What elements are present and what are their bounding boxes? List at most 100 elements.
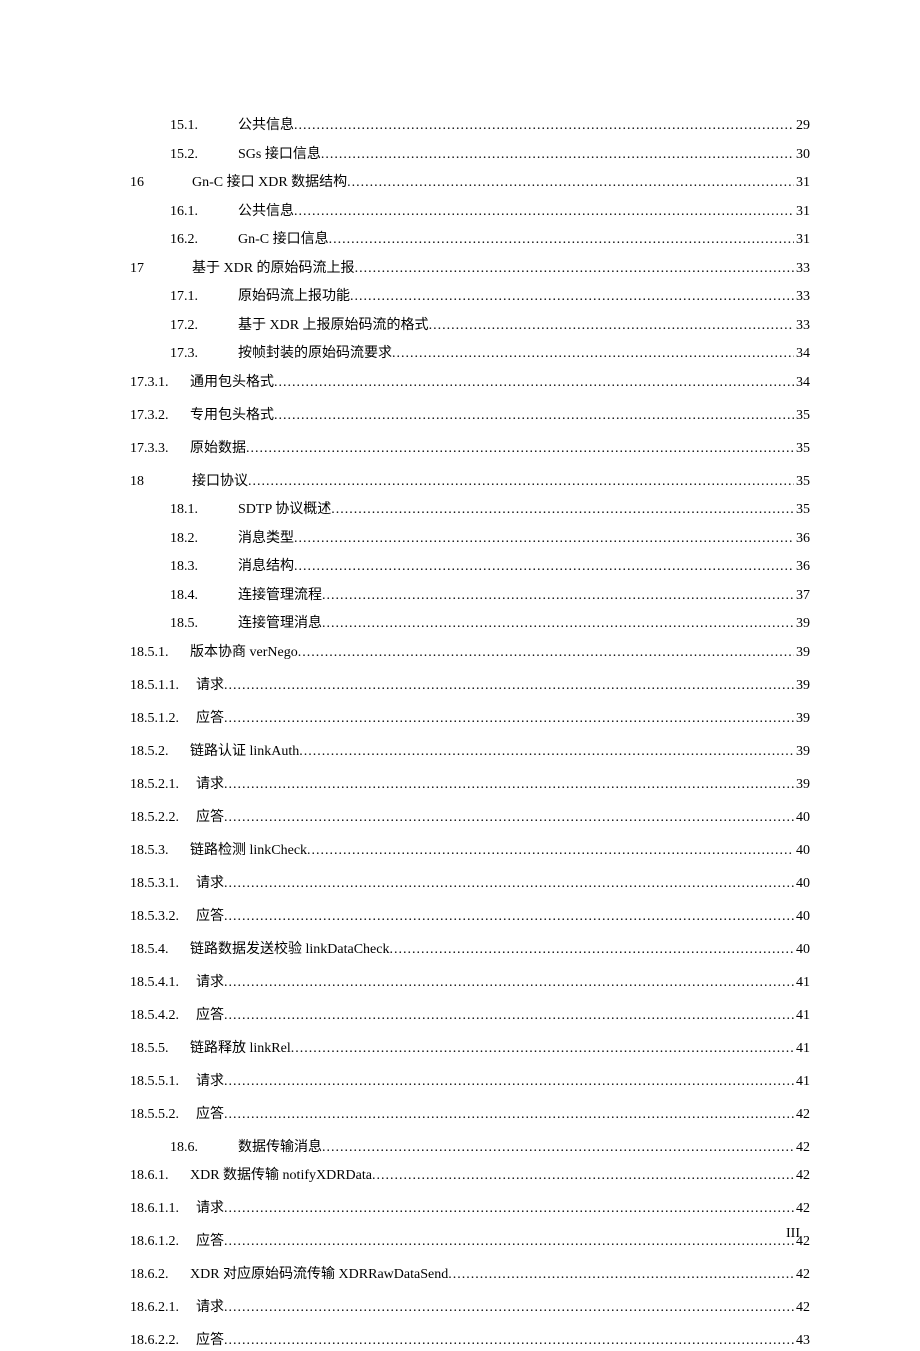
toc-entry[interactable]: 17.3.按帧封装的原始码流要求34 xyxy=(130,343,810,364)
toc-entry-number: 18.3. xyxy=(170,556,238,577)
toc-entry-number: 18.5.5.2. xyxy=(130,1104,196,1125)
toc-entry-page: 35 xyxy=(794,471,810,492)
toc-entry-number: 18.6.1.2. xyxy=(130,1231,196,1252)
toc-entry[interactable]: 15.1.公共信息29 xyxy=(130,115,810,136)
toc-entry[interactable]: 16.1.公共信息31 xyxy=(130,201,810,222)
toc-entry[interactable]: 18.4.连接管理流程37 xyxy=(130,585,810,606)
toc-entry-title: 请求 xyxy=(196,675,224,696)
toc-entry[interactable]: 16.2.Gn-C 接口信息31 xyxy=(130,229,810,250)
toc-leader xyxy=(246,438,794,459)
toc-entry[interactable]: 18.6.1.XDR 数据传输 notifyXDRData42 xyxy=(130,1165,810,1186)
toc-entry[interactable]: 18.3.消息结构36 xyxy=(130,556,810,577)
toc-entry[interactable]: 18.6.1.1.请求42 xyxy=(130,1198,810,1219)
toc-entry-page: 33 xyxy=(794,315,810,336)
toc-entry-number: 17.2. xyxy=(170,315,238,336)
toc-entry[interactable]: 18.6.1.2.应答42 xyxy=(130,1231,810,1252)
toc-entry[interactable]: 18.1.SDTP 协议概述35 xyxy=(130,499,810,520)
toc-entry-title: 请求 xyxy=(196,1297,224,1318)
toc-entry[interactable]: 18.5.1.版本协商 verNego39 xyxy=(130,642,810,663)
toc-entry-number: 18.5.2.1. xyxy=(130,774,196,795)
toc-entry[interactable]: 18.5.1.2.应答39 xyxy=(130,708,810,729)
toc-leader xyxy=(294,528,794,549)
toc-leader xyxy=(248,471,794,492)
toc-leader xyxy=(294,115,794,136)
toc-entry-title: 应答 xyxy=(196,1231,224,1252)
toc-entry[interactable]: 16Gn-C 接口 XDR 数据结构31 xyxy=(130,172,810,193)
toc-entry-number: 18.2. xyxy=(170,528,238,549)
toc-entry-number: 17.1. xyxy=(170,286,238,307)
toc-entry[interactable]: 18.6.2.XDR 对应原始码流传输 XDRRawDataSend42 xyxy=(130,1264,810,1285)
toc-entry[interactable]: 17.2.基于 XDR 上报原始码流的格式33 xyxy=(130,315,810,336)
toc-entry-number: 18.6.2. xyxy=(130,1264,190,1285)
toc-leader xyxy=(429,315,794,336)
toc-entry-title: 公共信息 xyxy=(238,201,294,222)
toc-entry[interactable]: 18.5.4.2.应答41 xyxy=(130,1005,810,1026)
toc-entry-title: 连接管理消息 xyxy=(238,613,322,634)
toc-entry[interactable]: 17基于 XDR 的原始码流上报33 xyxy=(130,258,810,279)
toc-entry[interactable]: 18.5.3.链路检测 linkCheck40 xyxy=(130,840,810,861)
toc-entry[interactable]: 17.3.3.原始数据35 xyxy=(130,438,810,459)
toc-entry-number: 18.5.2. xyxy=(130,741,190,762)
toc-entry[interactable]: 17.1.原始码流上报功能33 xyxy=(130,286,810,307)
toc-entry[interactable]: 18接口协议 35 xyxy=(130,471,810,492)
toc-entry-title: SGs 接口信息 xyxy=(238,144,321,165)
toc-entry[interactable]: 18.5.3.1.请求40 xyxy=(130,873,810,894)
toc-entry[interactable]: 18.5.1.1.请求39 xyxy=(130,675,810,696)
toc-leader xyxy=(331,499,794,520)
toc-leader xyxy=(294,201,794,222)
toc-entry-title: 请求 xyxy=(196,1198,224,1219)
toc-entry-title: XDR 数据传输 notifyXDRData xyxy=(190,1165,372,1186)
toc-leader xyxy=(224,972,794,993)
toc-entry[interactable]: 18.5.5.1.请求41 xyxy=(130,1071,810,1092)
toc-entry-page: 42 xyxy=(794,1297,810,1318)
toc-entry[interactable]: 17.3.1.通用包头格式34 xyxy=(130,372,810,393)
toc-leader xyxy=(389,939,794,960)
toc-entry-title: XDR 对应原始码流传输 XDRRawDataSend xyxy=(190,1264,448,1285)
toc-entry-number: 18.5.1. xyxy=(130,642,190,663)
toc-entry-title: 链路释放 linkRel xyxy=(190,1038,291,1059)
toc-entry[interactable]: 18.5.2.1.请求39 xyxy=(130,774,810,795)
toc-entry-number: 16.1. xyxy=(170,201,238,222)
toc-entry-title: 应答 xyxy=(196,1330,224,1351)
toc-entry-number: 18.5.2.2. xyxy=(130,807,196,828)
toc-entry[interactable]: 17.3.2.专用包头格式35 xyxy=(130,405,810,426)
toc-entry-title: 按帧封装的原始码流要求 xyxy=(238,343,392,364)
toc-entry-title: 应答 xyxy=(196,906,224,927)
toc-entry-page: 36 xyxy=(794,528,810,549)
toc-leader xyxy=(274,372,794,393)
toc-entry-number: 15.1. xyxy=(170,115,238,136)
toc-entry[interactable]: 18.5.连接管理消息39 xyxy=(130,613,810,634)
toc-entry-number: 16.2. xyxy=(170,229,238,250)
toc-entry[interactable]: 15.2.SGs 接口信息30 xyxy=(130,144,810,165)
toc-entry[interactable]: 18.5.2.链路认证 linkAuth39 xyxy=(130,741,810,762)
toc-entry-number: 18.6.2.2. xyxy=(130,1330,196,1351)
toc-entry-number: 18.5.5. xyxy=(130,1038,190,1059)
toc-entry-title: 请求 xyxy=(196,873,224,894)
toc-entry[interactable]: 18.5.5.链路释放 linkRel41 xyxy=(130,1038,810,1059)
toc-entry-title: 应答 xyxy=(196,807,224,828)
toc-entry[interactable]: 18.5.4.1.请求41 xyxy=(130,972,810,993)
toc-entry[interactable]: 18.2.消息类型36 xyxy=(130,528,810,549)
toc-entry-number: 18.1. xyxy=(170,499,238,520)
toc-entry[interactable]: 18.5.2.2.应答40 xyxy=(130,807,810,828)
toc-entry[interactable]: 18.6.数据传输消息42 xyxy=(130,1137,810,1158)
toc-entry[interactable]: 18.6.2.1.请求42 xyxy=(130,1297,810,1318)
toc-entry-number: 18.6.1.1. xyxy=(130,1198,196,1219)
toc-entry-number: 18 xyxy=(130,471,192,492)
toc-entry-title: 接口协议 xyxy=(192,471,248,492)
toc-leader xyxy=(274,405,794,426)
toc-leader xyxy=(224,1071,794,1092)
toc-entry[interactable]: 18.5.4.链路数据发送校验 linkDataCheck40 xyxy=(130,939,810,960)
toc-entry-page: 37 xyxy=(794,585,810,606)
toc-leader xyxy=(322,613,794,634)
toc-entry[interactable]: 18.5.5.2.应答42 xyxy=(130,1104,810,1125)
toc-leader xyxy=(224,708,794,729)
toc-entry-page: 35 xyxy=(794,438,810,459)
toc-entry-page: 39 xyxy=(794,642,810,663)
toc-entry[interactable]: 18.5.3.2.应答40 xyxy=(130,906,810,927)
toc-leader xyxy=(224,1297,794,1318)
toc-entry-page: 35 xyxy=(794,499,810,520)
toc-leader xyxy=(224,807,794,828)
toc-entry-number: 18.5.3.1. xyxy=(130,873,196,894)
toc-entry[interactable]: 18.6.2.2.应答43 xyxy=(130,1330,810,1351)
